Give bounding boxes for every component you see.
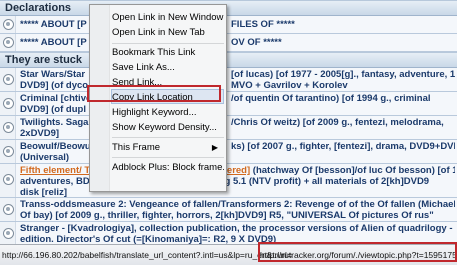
declarations-header: Declarations [0,0,457,16]
topic-details: MVO + Gavrilov + Korolev [231,80,348,91]
list-item[interactable]: Transs-oddsmeasure 2: Vengeance of falle… [0,198,457,222]
highlight-box [87,85,221,102]
topic-link[interactable]: Transs-oddsmeasure 2: Vengeance of falle… [20,199,455,210]
list-item[interactable]: Fifth element/ The Of fifth Of element [… [0,164,457,198]
topic-link[interactable]: Stranger - [Kvadrologiya], collection pu… [20,223,455,234]
topic-details: Of bay) [of 2009 g., thriller, fighter, … [20,210,434,221]
status-highlight-box [258,242,457,262]
topic-icon [3,122,14,133]
menu-item-highlight-keyword[interactable]: Highlight Keyword... [112,105,224,120]
status-url-left: http://66.196.80.202/babelfish/translate… [2,250,292,260]
topic-details: 2xDVD9] [20,128,60,139]
list-item[interactable]: Star Wars/Star [of lucas) [of 1977 - 200… [0,68,457,92]
menu-item-keyword-density[interactable]: Show Keyword Density... [112,120,224,135]
submenu-arrow-icon: ▶ [211,143,218,152]
topic-icon [3,228,14,239]
menu-separator [112,43,224,44]
topic-link-continued[interactable]: OV OF ***** [231,37,282,48]
menu-item-open-new-window[interactable]: Open Link in New Window [112,10,224,25]
menu-item-label: This Frame [112,142,161,153]
menu-item-adblock-block-frame[interactable]: Adblock Plus: Block frame... [112,160,224,175]
topic-details: (hatchway Of [besson]/of luc Of besson) … [252,165,455,176]
list-item[interactable]: ***** ABOUT [P OV OF ***** [0,34,457,52]
topic-details: (Universal) [20,152,70,163]
topic-icon [3,19,14,30]
menu-item-open-new-tab[interactable]: Open Link in New Tab [112,25,224,40]
topic-link[interactable]: Criminal [chtivo [20,93,92,104]
forum-page: Declarations ***** ABOUT [P FILES OF ***… [0,0,457,244]
topic-icon [3,74,14,85]
stuck-header: They are stuck [0,52,457,68]
list-item[interactable]: ***** ABOUT [P FILES OF ***** [0,16,457,34]
list-item[interactable]: Stranger - [Kvadrologiya], collection pu… [0,222,457,244]
topic-link[interactable]: Twilights. Saga. [20,117,91,128]
topic-link[interactable]: ***** ABOUT [P [20,37,87,48]
topic-link[interactable]: Star Wars/Star [20,69,85,80]
topic-icon [3,146,14,157]
topic-details: /of quentin Of tarantino) [of 1994 g., c… [231,93,431,104]
menu-item-save-link-as[interactable]: Save Link As... [112,60,224,75]
list-item[interactable]: Beowulf/Beowul ks) [of 2007 g., fighter,… [0,140,457,164]
topic-details: /Chris Of weitz) [of 2009 g., fentezi, m… [231,117,444,128]
topic-details: [of lucas) [of 1977 - 2005[g]., fantasy,… [231,69,455,80]
list-item[interactable]: Criminal [chtivo /of quentin Of tarantin… [0,92,457,116]
menu-separator [112,157,224,158]
list-item[interactable]: Twilights. Saga. /Chris Of weitz) [of 20… [0,116,457,140]
topic-icon [3,204,14,215]
topic-icon [3,98,14,109]
menu-separator [112,137,224,138]
menu-item-this-frame[interactable]: This Frame ▶ [112,140,224,155]
topic-link[interactable]: ***** ABOUT [P [20,19,87,30]
topic-icon [3,37,14,48]
topic-details: ks) [of 2007 g., fighter, [fentezi], dra… [231,141,455,152]
menu-item-bookmark-link[interactable]: Bookmark This Link [112,45,224,60]
topic-link-continued[interactable]: FILES OF ***** [231,19,295,30]
topic-link[interactable]: Beowulf/Beowul [20,141,93,152]
topic-details: DVD9] (of dupl [20,104,86,115]
topic-details: disk [reliz] [20,187,67,198]
topic-details: adventures, BD > OF DVD9 (Custom)] Dubbi… [20,176,430,187]
topic-details: DVD9] (of dyco [20,80,89,91]
topic-icon [3,174,14,185]
